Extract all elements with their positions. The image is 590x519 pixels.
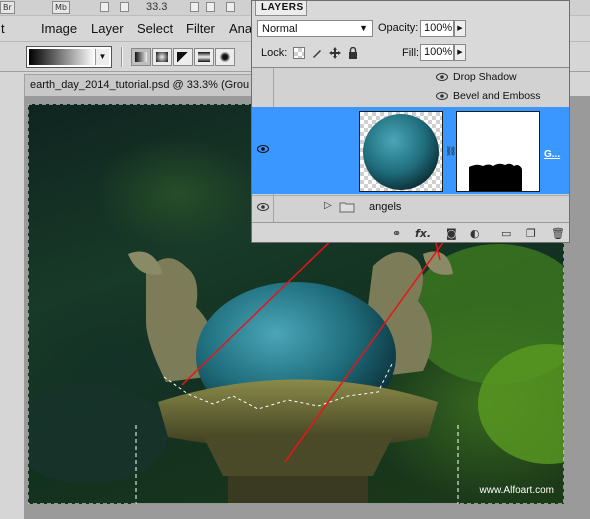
effect-row-bevel-emboss[interactable]: Bevel and Emboss — [252, 87, 569, 106]
urn-base — [228, 476, 368, 504]
diamond-gradient-button[interactable] — [215, 48, 235, 66]
group-name: angels — [369, 201, 402, 213]
layer-group-row[interactable]: ▷ angels — [252, 195, 569, 217]
lock-all-icon[interactable] — [347, 47, 359, 59]
gradient-dropdown-icon[interactable]: ▼ — [95, 49, 109, 65]
link-layers-icon[interactable]: ⚭ — [392, 227, 401, 240]
adjustment-layer-icon[interactable]: ◐ — [470, 227, 480, 240]
effect-label: Drop Shadow — [453, 71, 517, 83]
layer-mask-thumbnail[interactable] — [456, 111, 540, 192]
globe-thumbnail — [363, 114, 439, 190]
gradient-picker[interactable]: ▼ — [26, 46, 112, 68]
blend-mode-select[interactable]: Normal ▼ — [257, 20, 373, 37]
bridge-button[interactable]: Br — [0, 1, 15, 14]
chevron-down-icon: ▼ — [359, 23, 368, 33]
blend-mode-value: Normal — [262, 23, 298, 35]
watermark: www.Alfoart.com — [479, 485, 554, 496]
zoom-level[interactable]: 33.3 — [146, 0, 167, 14]
layer-thumbnail[interactable] — [359, 111, 443, 192]
menu-filter[interactable]: Filter — [186, 21, 215, 36]
opacity-slider-icon[interactable]: ▶ — [454, 20, 466, 37]
fx-icon[interactable]: fx. — [415, 227, 431, 240]
trash-icon[interactable]: 🗑 — [551, 227, 565, 240]
eye-icon[interactable] — [257, 144, 269, 154]
new-group-icon[interactable]: ▭ — [501, 227, 511, 240]
menu-edit[interactable]: t — [1, 21, 5, 36]
zoom-dropdown-icon[interactable] — [120, 2, 129, 12]
toolbar-divider — [121, 47, 123, 67]
fill-label: Fill: — [402, 47, 420, 59]
lock-transparency-icon[interactable] — [293, 47, 305, 59]
menu-select[interactable]: Select — [137, 21, 173, 36]
layers-panel: LAYERS Normal ▼ Opacity: 100% ▶ Lock: Fi… — [251, 0, 570, 243]
reflected-gradient-button[interactable] — [194, 48, 214, 66]
opacity-input[interactable]: 100% — [420, 20, 454, 37]
document-title: earth_day_2014_tutorial.psd @ 33.3% (Gro… — [30, 79, 250, 91]
opacity-label: Opacity: — [378, 22, 419, 34]
linear-gradient-button[interactable] — [131, 48, 151, 66]
arrange-documents-icon[interactable] — [190, 2, 199, 12]
mini-bridge-button[interactable]: Mb — [52, 1, 70, 14]
fill-input[interactable]: 100% — [420, 44, 454, 61]
effect-row-drop-shadow[interactable]: Drop Shadow — [252, 68, 569, 87]
layers-footer-toolbar: ⚭ fx. ◙ ◐ ▭ ❐ 🗑 — [252, 222, 569, 242]
layers-tab-label: LAYERS — [261, 2, 304, 13]
lock-image-brush-icon[interactable] — [311, 47, 323, 59]
add-mask-icon[interactable]: ◙ — [446, 227, 457, 240]
view-extras-button[interactable] — [100, 2, 109, 12]
lock-position-move-icon[interactable] — [329, 47, 341, 59]
folder-icon — [339, 202, 355, 213]
expand-triangle-icon[interactable]: ▷ — [324, 200, 332, 211]
effect-label: Bevel and Emboss — [453, 90, 541, 102]
screen-mode-dropdown-icon[interactable] — [226, 2, 235, 12]
selected-layer-row[interactable]: ⛓ G... — [252, 107, 569, 194]
angle-gradient-button[interactable] — [173, 48, 193, 66]
fill-slider-icon[interactable]: ▶ — [454, 44, 466, 61]
gradient-preview — [29, 49, 95, 65]
angel-wing-left — [128, 251, 163, 275]
radial-gradient-button[interactable] — [152, 48, 172, 66]
eye-icon[interactable] — [436, 72, 448, 82]
screen-mode-icon[interactable] — [206, 2, 215, 12]
urn-body — [203, 436, 393, 476]
layers-tab[interactable]: LAYERS — [255, 1, 307, 16]
chain-link-icon[interactable]: ⛓ — [445, 146, 456, 157]
menu-image[interactable]: Image — [41, 21, 77, 36]
lock-label: Lock: — [261, 47, 288, 59]
foliage-left — [28, 384, 168, 484]
new-layer-icon[interactable]: ❐ — [526, 227, 536, 240]
eye-icon[interactable] — [257, 202, 269, 212]
mask-shape — [469, 163, 522, 191]
layers-list: Drop Shadow Bevel and Emboss ⛓ G... ▷ an… — [252, 67, 569, 222]
layer-name[interactable]: G... — [544, 149, 560, 160]
eye-icon[interactable] — [436, 91, 448, 101]
menu-layer[interactable]: Layer — [91, 21, 124, 36]
